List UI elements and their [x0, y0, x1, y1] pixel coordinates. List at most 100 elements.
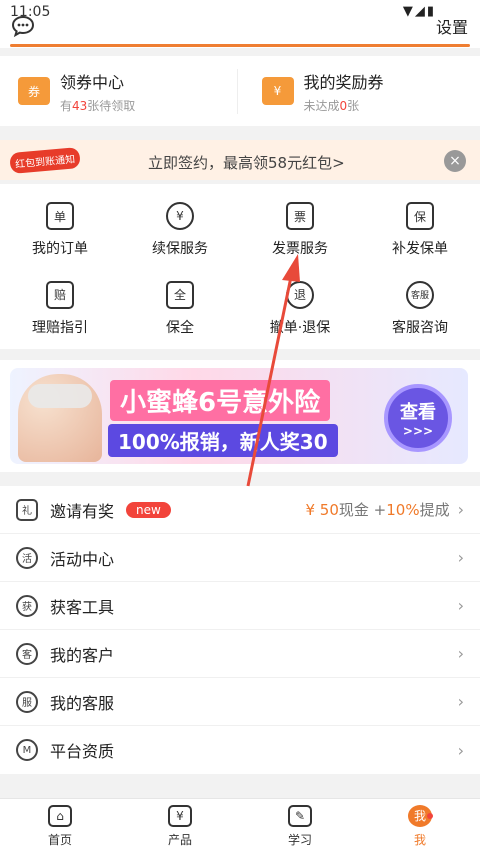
menu-list: 礼 邀请有奖 new ¥ 50 现金 + 10% 提成 › 活 活动中心 › 获 … [0, 486, 480, 774]
headset-icon: 客服 [406, 280, 434, 309]
reward-coupons[interactable]: ¥ 我的奖励券 未达成0张 [236, 68, 480, 114]
tab-label: 产品 [167, 832, 192, 847]
ad-view-label: 查看 [400, 402, 436, 423]
list-item-my-customers[interactable]: 客 我的客户 › [0, 630, 480, 678]
ad-subline: 100%报销，新人奖30 [108, 424, 338, 457]
settings-button[interactable]: 设置 [436, 14, 468, 38]
close-icon[interactable]: × [444, 150, 466, 172]
coupon-center-title: 领券中心 [60, 72, 125, 92]
coupon-sub-prefix: 有 [60, 98, 73, 113]
reward-percent: 10% [386, 500, 420, 519]
grid-item-label: 客服咨询 [392, 319, 448, 336]
refund-icon: 退 [286, 280, 314, 309]
grid-item-label: 我的订单 [32, 241, 88, 257]
order-icon: 单 [46, 202, 74, 230]
renewal-icon: ¥ [166, 202, 194, 230]
grid-item-label: 理赔指引 [32, 319, 88, 336]
chevron-right-icon: › [457, 644, 464, 663]
list-item-label: 活动中心 [50, 549, 115, 569]
credential-icon: M [16, 739, 38, 761]
grid-item-label: 保全 [166, 319, 194, 336]
signing-notice-banner[interactable]: 红包到账通知 立即签约，最高领58元红包> × [0, 140, 480, 180]
chevron-right-icon: › [457, 596, 464, 615]
tab-me[interactable]: 我 我 [360, 799, 480, 853]
grid-item-label: 续保服务 [152, 241, 208, 257]
top-header: 11:05 ▼◢▮ 设置 [0, 0, 480, 48]
elderly-couple-image [18, 374, 102, 462]
chevron-right-icon: › [457, 740, 464, 760]
tab-label: 学习 [287, 832, 312, 847]
list-item-my-service[interactable]: 服 我的客服 › [0, 678, 480, 726]
invoice-icon: 票 [286, 202, 314, 230]
tab-label: 我 [413, 832, 426, 847]
list-item-activity-center[interactable]: 活 活动中心 › [0, 534, 480, 582]
gift-icon: 礼 [16, 498, 38, 521]
red-envelope-badge: 红包到账通知 [9, 146, 81, 175]
grid-item-reissue-policy[interactable]: 保 补发保单 [360, 192, 480, 271]
reward-suffix: 提成 [419, 501, 450, 519]
ad-view-arrows: >>> [402, 424, 434, 438]
system-status-icons: ▼◢▮ [402, 4, 436, 19]
user-icon: 客 [16, 642, 38, 665]
grid-item-customer-service[interactable]: 客服 客服咨询 [360, 271, 480, 350]
reward-mid: 现金 + [338, 501, 387, 519]
ad-view-button[interactable]: 查看 >>> [384, 384, 452, 452]
activity-icon: 活 [16, 546, 38, 569]
support-icon: 服 [16, 690, 38, 713]
list-item-label: 我的客户 [50, 645, 115, 665]
coupon-center-sub: 有43张待领取 [60, 97, 135, 114]
eye-icon: 获 [16, 594, 38, 617]
header-accent-line [10, 44, 470, 47]
grid-item-renewal[interactable]: ¥ 续保服务 [120, 192, 240, 271]
notice-text[interactable]: 立即签约，最高领58元红包> [148, 152, 345, 173]
reward-coupons-sub: 未达成0张 [304, 97, 384, 114]
reward-coupons-title: 我的奖励券 [303, 72, 384, 92]
grid-item-preservation[interactable]: 全 保全 [120, 271, 240, 350]
tab-home[interactable]: ⌂ 首页 [0, 799, 120, 853]
product-icon: ¥ [168, 804, 192, 827]
claims-icon: 赔 [46, 280, 74, 309]
reward-ticket-icon: ¥ [261, 77, 294, 105]
service-grid: 单 我的订单 ¥ 续保服务 票 发票服务 保 补发保单 赔 理赔指引 全 保全 … [0, 184, 480, 349]
list-item-label: 平台资质 [50, 742, 115, 761]
grid-item-claims-guide[interactable]: 赔 理赔指引 [0, 271, 120, 350]
reward-count: 0 [339, 98, 348, 113]
home-icon: ⌂ [48, 804, 72, 827]
coupon-ticket-icon: 券 [18, 77, 50, 105]
insurance-ad-banner[interactable]: 小蜜蜂6号意外险 100%报销，新人奖30 查看 >>> [10, 368, 468, 464]
ad-headline: 小蜜蜂6号意外险 [110, 380, 331, 421]
coupon-count: 43 [72, 98, 88, 113]
list-item-label: 获客工具 [50, 597, 115, 617]
reward-amount: ¥ 50 [305, 500, 339, 519]
chevron-right-icon: › [457, 692, 464, 711]
invite-reward-info: ¥ 50 现金 + 10% 提成 › [305, 499, 464, 520]
reward-sub-prefix: 未达成 [303, 98, 340, 113]
tab-learning[interactable]: ✎ 学习 [240, 799, 360, 853]
grid-item-label: 撤单·退保 [269, 319, 331, 336]
grid-item-invoice[interactable]: 票 发票服务 [240, 192, 360, 271]
learning-icon: ✎ [288, 804, 312, 827]
list-item-label: 邀请有奖 [50, 501, 115, 521]
coupon-section: 券 领券中心 有43张待领取 ¥ 我的奖励券 未达成0张 [0, 56, 480, 126]
new-badge: new [126, 501, 171, 518]
preservation-icon: 全 [166, 280, 194, 309]
coupon-center[interactable]: 券 领券中心 有43张待领取 [0, 69, 237, 114]
chat-icon[interactable] [10, 14, 36, 38]
grid-item-cancel-refund[interactable]: 退 撤单·退保 [240, 271, 360, 350]
notification-dot [427, 813, 433, 819]
reward-sub-suffix: 张 [347, 98, 360, 113]
grid-item-my-orders[interactable]: 单 我的订单 [0, 192, 120, 271]
coupon-sub-suffix: 张待领取 [87, 98, 136, 113]
ad-banner-section: 小蜜蜂6号意外险 100%报销，新人奖30 查看 >>> [0, 360, 480, 472]
chevron-right-icon: › [457, 548, 464, 567]
list-item-platform-credentials[interactable]: M 平台资质 › [0, 726, 480, 774]
tab-label: 首页 [47, 832, 72, 847]
chevron-right-icon: › [457, 500, 464, 519]
policy-icon: 保 [406, 202, 434, 230]
list-item-invite[interactable]: 礼 邀请有奖 new ¥ 50 现金 + 10% 提成 › [0, 486, 480, 534]
tab-products[interactable]: ¥ 产品 [120, 799, 240, 853]
list-item-acquisition-tools[interactable]: 获 获客工具 › [0, 582, 480, 630]
bottom-tab-bar: ⌂ 首页 ¥ 产品 ✎ 学习 我 我 [0, 798, 480, 853]
grid-item-label: 发票服务 [272, 241, 328, 257]
grid-item-label: 补发保单 [392, 241, 448, 257]
